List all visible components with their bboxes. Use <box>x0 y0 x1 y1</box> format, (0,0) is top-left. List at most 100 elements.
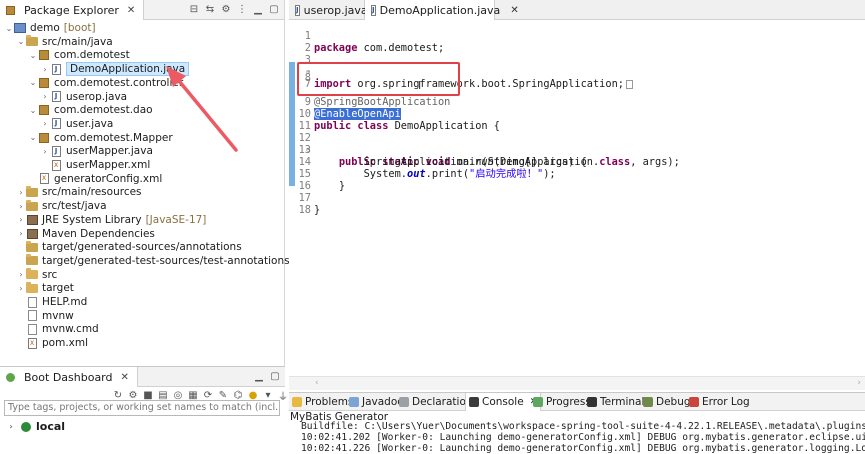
tree-item[interactable]: ⌄ com.demotest <box>28 48 130 62</box>
tab-problems[interactable]: Problems <box>292 393 353 411</box>
chevron-right-icon[interactable]: › <box>40 92 50 101</box>
chevron-down-icon[interactable]: ⌄ <box>28 51 38 60</box>
tree-item-label: pom.xml <box>42 337 89 350</box>
tree-item[interactable]: HELP.md <box>16 295 87 309</box>
boot-icon <box>4 371 16 383</box>
tab-progress[interactable]: Progress <box>533 393 591 411</box>
boot-local-target[interactable]: › local <box>6 420 65 433</box>
tree-item[interactable]: › JRE System Library [JavaSE-17] <box>16 213 206 227</box>
chevron-down-icon[interactable]: ⌄ <box>28 78 38 87</box>
tree-item[interactable]: ⌄ demo [boot] <box>4 21 96 35</box>
chevron-down-icon[interactable]: ⌄ <box>28 106 38 115</box>
project-icon <box>14 22 26 34</box>
tree-item[interactable]: ⌄ src/main/java <box>16 35 113 49</box>
tab-console[interactable]: Console✕ <box>465 393 542 411</box>
boot-dashboard-tab-label: Boot Dashboard <box>24 370 113 384</box>
chevron-right-icon[interactable]: › <box>40 147 50 156</box>
tree-item[interactable]: ⌄ com.demotest.Mapper <box>28 131 173 145</box>
tree-item[interactable]: ⌄ com.demotest.dao <box>28 103 153 117</box>
progress-icon <box>533 397 543 407</box>
tree-item[interactable]: XuserMapper.xml <box>40 158 150 172</box>
minimize-icon[interactable]: ▁ <box>252 3 264 15</box>
tree-item[interactable]: › src/test/java <box>16 199 107 213</box>
code-line: 3 ⊕ import org.springframework.boot.Spri… <box>289 42 865 90</box>
expand-icon[interactable]: › <box>6 422 16 431</box>
boot-dashboard-search-input[interactable]: Type tags, projects, or working set name… <box>4 400 280 416</box>
tree-item-label: com.demotest.Mapper <box>54 131 173 144</box>
scroll-right-icon[interactable]: › <box>857 378 861 388</box>
tree-item-label: Maven Dependencies <box>42 227 155 240</box>
tree-item[interactable]: Xpom.xml <box>16 336 88 350</box>
tree-item[interactable]: mvnw <box>16 309 74 323</box>
annotation-highlight-box <box>297 62 460 96</box>
chevron-down-icon[interactable]: ⌄ <box>28 133 38 142</box>
tab-debug[interactable]: Debug <box>643 393 691 411</box>
maximize-icon[interactable]: ▢ <box>268 3 280 15</box>
tree-item[interactable]: › src <box>16 268 57 282</box>
tree-item[interactable]: XgeneratorConfig.xml <box>28 172 162 186</box>
tree-item[interactable]: › src/main/resources <box>16 185 142 199</box>
package-explorer-tab[interactable]: Package Explorer ✕ <box>0 0 145 20</box>
java-file-icon: J <box>371 4 376 16</box>
tree-item-label: target/generated-test-sources/test-annot… <box>42 254 290 267</box>
tree-item[interactable]: mvnw.cmd <box>16 322 99 336</box>
tree-item-label: generatorConfig.xml <box>54 172 163 185</box>
horizontal-scrollbar[interactable]: ‹ › <box>289 376 865 390</box>
editor-tab-label: DemoApplication.java <box>379 3 501 17</box>
chevron-right-icon[interactable]: › <box>16 202 26 211</box>
tree-item-label: userMapper.xml <box>66 159 151 171</box>
tab-error-log[interactable]: Error Log <box>689 393 750 411</box>
tree-item[interactable]: target/generated-test-sources/test-annot… <box>16 254 290 268</box>
scroll-left-icon[interactable]: ‹ <box>315 378 319 388</box>
tree-item-label: HELP.md <box>42 296 88 308</box>
chevron-down-icon[interactable]: ⌄ <box>16 37 26 46</box>
chevron-right-icon[interactable]: › <box>16 215 26 224</box>
code-line: 14 System.out.print("启动完成啦！"); <box>298 156 556 180</box>
close-icon[interactable]: ✕ <box>510 5 518 16</box>
console-line: 10:02:41.202 [Worker-0: Launching demo-g… <box>301 432 865 443</box>
editor-tab-demoapplication[interactable]: J DemoApplication.java ✕ <box>365 0 519 20</box>
filter-icon[interactable]: ⚙ <box>220 3 232 15</box>
local-target-icon <box>21 421 31 432</box>
java-file-icon: J <box>295 4 300 16</box>
editor-tab-userop[interactable]: J userop.java <box>289 0 368 20</box>
tree-item[interactable]: › Juser.java <box>40 117 113 131</box>
tree-item[interactable]: › JuserMapper.java <box>40 144 153 158</box>
link-with-editor-icon[interactable]: ⇆ <box>204 3 216 15</box>
source-folder-icon <box>26 199 38 212</box>
tab-terminal[interactable]: Terminal <box>587 393 644 411</box>
editor-tabbar: J userop.java J DemoApplication.java ✕ <box>289 0 865 20</box>
chevron-right-icon[interactable]: › <box>40 119 50 128</box>
code-line: 17 } <box>298 192 321 216</box>
chevron-right-icon[interactable]: › <box>16 188 26 197</box>
tree-item[interactable]: › J DemoApplication.java <box>40 62 190 77</box>
chevron-down-icon[interactable]: ⌄ <box>4 24 14 33</box>
file-icon <box>26 323 38 335</box>
chevron-right-icon[interactable]: › <box>16 229 26 238</box>
close-icon[interactable]: ✕ <box>127 5 135 16</box>
problems-icon <box>292 397 302 407</box>
tree-item-label: src/main/java <box>42 35 113 48</box>
tree-item-label: user.java <box>66 117 114 130</box>
tab-declaration[interactable]: Declaration <box>399 393 473 411</box>
tree-item[interactable]: › Maven Dependencies <box>16 227 155 241</box>
code-line: 18 <box>298 204 311 216</box>
chevron-right-icon[interactable]: › <box>40 65 50 74</box>
tree-item[interactable]: › target <box>16 281 74 295</box>
tab-javadoc[interactable]: Javadoc <box>349 393 403 411</box>
code-line: 1 package com.demotest; <box>304 30 445 54</box>
chevron-right-icon[interactable]: › <box>16 284 26 293</box>
tree-item[interactable]: target/generated-sources/annotations <box>16 240 242 254</box>
tree-item-label: DemoApplication.java <box>66 62 190 77</box>
boot-dashboard-tab[interactable]: Boot Dashboard ✕ <box>0 367 138 387</box>
view-menu-icon[interactable]: ⋮ <box>236 3 248 15</box>
close-icon[interactable]: ✕ <box>121 372 129 383</box>
tree-item[interactable]: ⌄ com.demotest.controller <box>28 76 184 90</box>
tree-item[interactable]: › Juserop.java <box>40 90 127 104</box>
minimize-icon[interactable]: ▁ <box>253 370 265 382</box>
chevron-right-icon[interactable]: › <box>16 270 26 279</box>
collapse-all-icon[interactable]: ⊟ <box>188 3 200 15</box>
code-line: 12 ⊖ public static void main(String[] ar… <box>298 132 587 168</box>
maximize-icon[interactable]: ▢ <box>269 370 281 382</box>
code-line: 11 <box>298 120 311 132</box>
